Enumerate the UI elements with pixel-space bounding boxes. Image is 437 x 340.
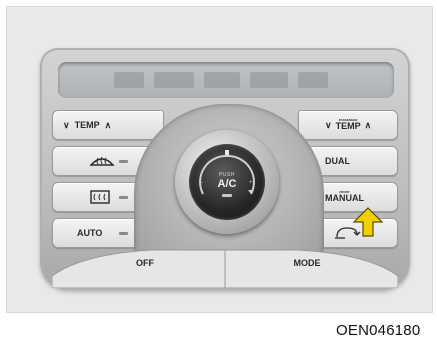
manual-text: FRONT MANUAL bbox=[325, 191, 364, 203]
ac-indicator bbox=[222, 194, 232, 197]
temp-up-icon: ∧ bbox=[104, 119, 112, 130]
lcd-display bbox=[58, 62, 394, 98]
temp-up-icon: ∧ bbox=[364, 119, 372, 130]
rear-defrost-icon bbox=[90, 190, 110, 204]
temp-down-icon: ∨ bbox=[63, 119, 70, 130]
driver-temp-label: TEMP bbox=[74, 120, 100, 130]
figure-caption: OEN046180 bbox=[336, 322, 421, 339]
driver-temp-button[interactable]: ∨ TEMP ∧ bbox=[52, 110, 164, 140]
passenger-temp-button[interactable]: ∨ PASSENGER TEMP ∧ bbox=[298, 110, 398, 140]
ac-label: A/C bbox=[217, 178, 237, 190]
auto-indicator bbox=[119, 232, 128, 235]
mode-button[interactable]: MODE bbox=[262, 248, 352, 278]
off-label: OFF bbox=[136, 258, 154, 268]
manual-label: MANUAL bbox=[325, 193, 364, 203]
temp-down-icon: ∨ bbox=[325, 119, 332, 130]
rear-defrost-indicator bbox=[119, 196, 128, 199]
passenger-temp-label: TEMP bbox=[335, 121, 361, 131]
front-defrost-indicator bbox=[119, 160, 128, 163]
off-button[interactable]: OFF bbox=[100, 248, 190, 278]
passenger-temp-text: PASSENGER TEMP bbox=[336, 119, 361, 131]
dual-label: DUAL bbox=[325, 156, 350, 166]
pointer-arrow-icon bbox=[352, 207, 384, 237]
mode-label: MODE bbox=[293, 258, 321, 268]
front-defrost-icon bbox=[89, 156, 115, 166]
